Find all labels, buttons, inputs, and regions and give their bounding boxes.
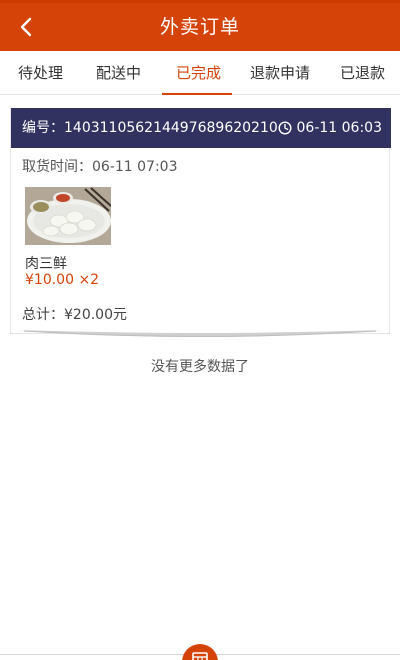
item-name: 肉三鲜 [25, 256, 67, 272]
pickup-time-value: 06-11 07:03 [92, 159, 178, 175]
page-title: 外卖订单 [159, 16, 240, 38]
tab-completed[interactable]: 已完成 [176, 51, 221, 95]
order-number: 编号：1403110562144976896202​10 [22, 108, 278, 148]
tab-delivering[interactable]: 配送中 [96, 51, 141, 95]
app-header: 外卖订单 [0, 3, 400, 51]
store-icon [192, 652, 208, 660]
pickup-time-label: 取货时间： [22, 159, 92, 175]
item-price-value: ¥10.00 [25, 272, 74, 288]
tab-pending[interactable]: 待处理 [18, 51, 63, 95]
dumplings-image [25, 187, 111, 245]
order-total-value: ¥20.00元 [64, 307, 127, 323]
clock-icon [278, 121, 292, 135]
order-number-value: 1403110562144976896202​10 [64, 120, 278, 136]
order-total: 总计：¥20.00元 [22, 304, 127, 324]
order-number-label: 编号： [22, 120, 64, 136]
pickup-time: 取货时间：06-11 07:03 [22, 156, 177, 176]
item-quantity: ×2 [78, 272, 100, 288]
tab-refunded[interactable]: 已退款 [340, 51, 385, 95]
order-total-label: 总计： [22, 307, 64, 323]
order-time-value: 06-11 06:03 [296, 120, 382, 136]
active-tab-indicator [162, 93, 232, 95]
tab-refund-request[interactable]: 退款申请 [250, 51, 310, 95]
store-button[interactable] [182, 644, 218, 660]
order-time: 06-11 06:03 [278, 108, 382, 148]
card-shadow [18, 330, 382, 337]
order-card-header: 编号：1403110562144976896202​10 06-11 06:03 [11, 108, 391, 148]
order-status-tabs: 待处理 配送中 已完成 退款申请 已退款 [0, 51, 400, 95]
item-price: ¥10.00 ×2 [25, 272, 99, 288]
order-card[interactable]: 编号：1403110562144976896202​10 06-11 06:03… [10, 108, 391, 334]
no-more-data-text: 没有更多数据了 [151, 359, 249, 375]
